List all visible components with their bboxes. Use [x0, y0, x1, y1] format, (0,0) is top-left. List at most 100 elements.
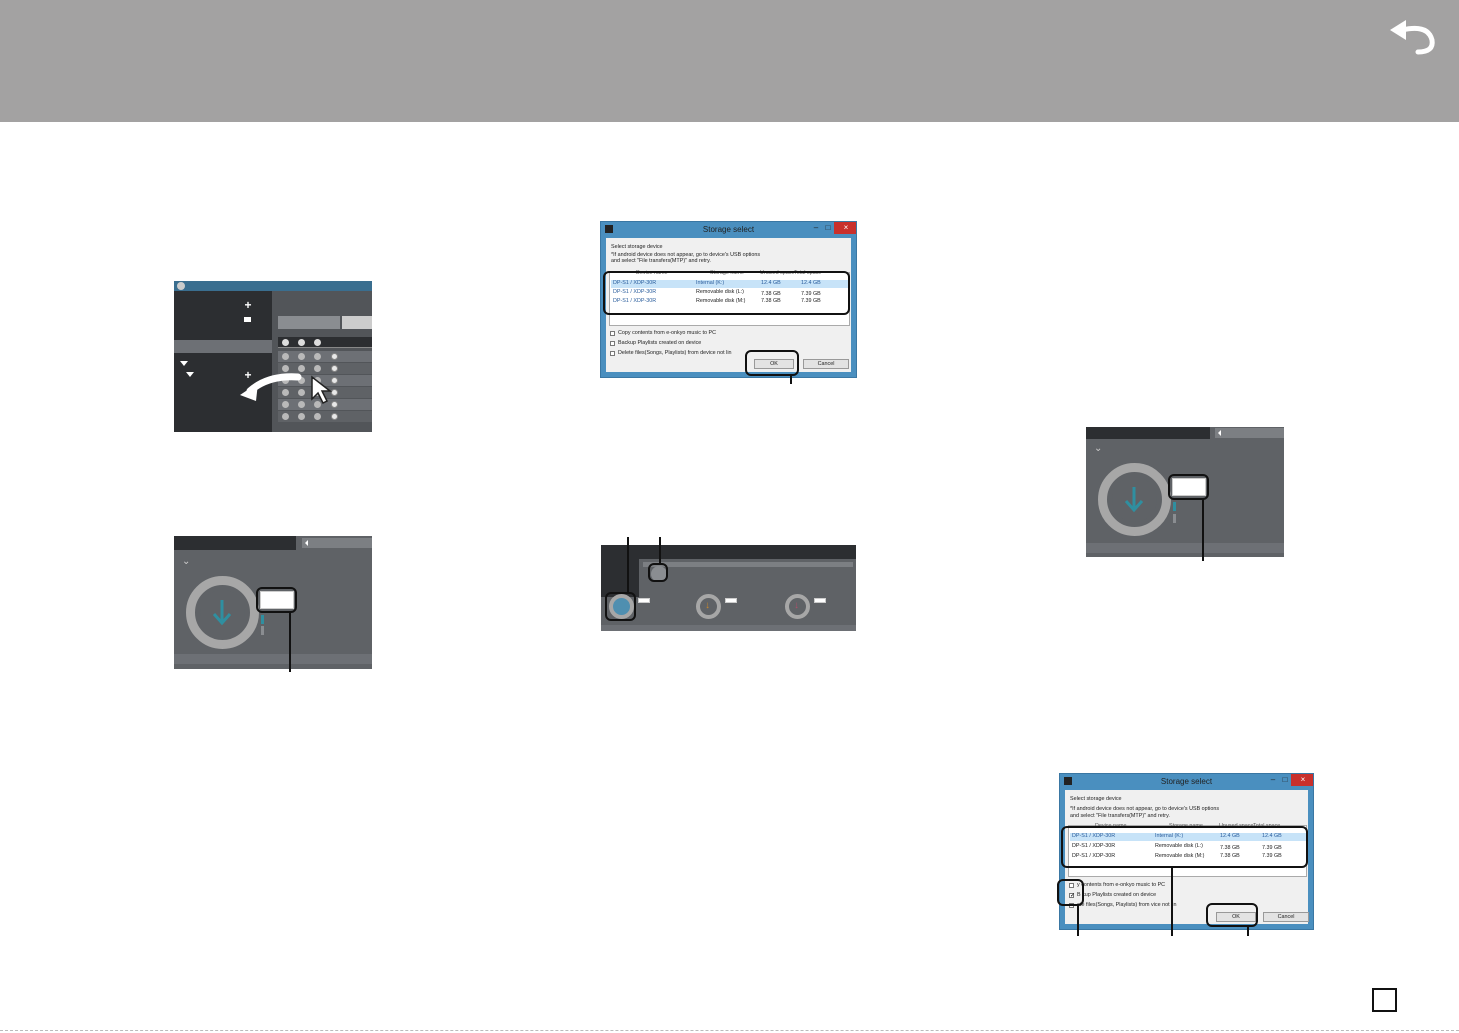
- note-line-2: and select "File transfers(MTP)" and ret…: [1070, 813, 1170, 819]
- chevron-down-icon[interactable]: ⌄: [182, 556, 190, 567]
- minimize-button[interactable]: –: [811, 222, 821, 234]
- close-button[interactable]: ×: [834, 222, 856, 234]
- scrollbar[interactable]: [1086, 543, 1284, 553]
- instruction-text: Select storage device: [1070, 796, 1122, 802]
- callout-storage-list: [1061, 826, 1308, 868]
- chevron-down-icon[interactable]: ⌄: [1094, 443, 1102, 454]
- app-screenshot-transfer-left: ⌄: [174, 536, 372, 669]
- track-dot-icon: [282, 353, 289, 360]
- transfer-label-box: [638, 598, 650, 603]
- app-icon: [1064, 777, 1072, 785]
- scroll-left-icon[interactable]: [305, 540, 308, 546]
- track-add-icon[interactable]: [331, 413, 338, 420]
- track-add-icon[interactable]: [331, 353, 338, 360]
- callout-transfer-button: [605, 592, 636, 621]
- expand-triangle-icon[interactable]: [180, 361, 188, 366]
- track-dot-icon: [314, 413, 321, 420]
- search-field[interactable]: [278, 316, 340, 329]
- drag-curve-arrow-icon: [240, 373, 302, 401]
- option-label: ete files(Songs, Playlists) from vice no…: [1077, 902, 1177, 908]
- checkbox-delete-files[interactable]: [610, 351, 615, 356]
- level-bar: [1173, 514, 1176, 523]
- option-label: y contents from e-onkyo music to PC: [1077, 882, 1166, 888]
- sidebar-selected-row[interactable]: [174, 340, 272, 353]
- scrollbar[interactable]: [174, 654, 372, 664]
- track-list-header: [278, 337, 372, 348]
- callout-toggle-button: [648, 563, 668, 582]
- callout-leader-line: [1171, 868, 1173, 936]
- callout-box: [1168, 474, 1209, 500]
- option-label: Delete files(Songs, Playlists) from devi…: [618, 350, 732, 356]
- scrollbar[interactable]: [601, 625, 856, 631]
- maximize-button[interactable]: □: [1280, 774, 1290, 786]
- download-arrow-icon: [212, 600, 232, 626]
- expand-triangle-icon[interactable]: [186, 372, 194, 377]
- track-dot-icon: [314, 353, 321, 360]
- track-dot-icon: [282, 413, 289, 420]
- mouse-cursor-icon: [311, 375, 333, 405]
- download-arrow-orange-icon: ↓: [705, 600, 710, 611]
- folder-icon: [244, 317, 251, 322]
- callout-ok-button: [745, 350, 799, 376]
- footer-dashed-rule: [0, 1030, 1459, 1031]
- download-arrow-pink-icon: ↓: [794, 600, 799, 611]
- page-square-icon[interactable]: [1372, 988, 1397, 1012]
- undo-arrow-icon[interactable]: [1388, 18, 1438, 56]
- download-arrow-icon: [1124, 487, 1144, 513]
- progress-bar: [1215, 428, 1284, 438]
- track-row[interactable]: [278, 351, 372, 362]
- callout-leader-line: [1247, 927, 1249, 936]
- cancel-button[interactable]: Cancel: [1263, 912, 1309, 922]
- maximize-button[interactable]: □: [823, 222, 833, 234]
- option-label: B kup Playlists created on device: [1077, 892, 1157, 898]
- callout-ok-button: [1206, 903, 1258, 927]
- track-dot-icon: [298, 353, 305, 360]
- app-screenshot-drag: + +: [174, 281, 372, 432]
- callout-box: [256, 587, 297, 613]
- callout-leader-line: [790, 376, 792, 384]
- add-playlist-plus-icon[interactable]: +: [242, 298, 254, 312]
- cancel-button[interactable]: Cancel: [803, 359, 849, 369]
- app-titlebar: [174, 281, 372, 291]
- transfer-label-box: [725, 598, 737, 603]
- progress-bar: [302, 538, 372, 548]
- toolbar-dark: [174, 536, 296, 550]
- instruction-text: Select storage device: [611, 244, 663, 250]
- level-bar: [1173, 502, 1176, 511]
- checkbox-copy-contents[interactable]: [610, 331, 615, 336]
- callout-leader-line: [627, 537, 629, 594]
- note-line-1: *If android device does not appear, go t…: [1070, 806, 1220, 812]
- sidebar-panel: [174, 291, 272, 432]
- transfer-label-box: [814, 598, 826, 603]
- progress-bar: [643, 562, 853, 567]
- callout-leader-line: [289, 612, 291, 672]
- checkbox-backup-playlists[interactable]: [610, 341, 615, 346]
- close-button[interactable]: ×: [1291, 774, 1313, 786]
- scroll-left-icon[interactable]: [1218, 430, 1221, 436]
- note-line-2: and select "File transfers(MTP)" and ret…: [611, 258, 711, 264]
- app-logo-icon: [177, 282, 185, 290]
- header-dot-icon: [314, 339, 321, 346]
- page-header-bar: [0, 0, 1459, 122]
- callout-leader-line: [1077, 906, 1079, 936]
- callout-leader-line: [1202, 499, 1204, 561]
- option-label: Copy contents from e-onkyo music to PC: [618, 330, 716, 336]
- search-button[interactable]: [342, 316, 372, 329]
- callout-checkbox: [1057, 879, 1084, 906]
- toolbar-dark: [601, 545, 856, 559]
- track-add-icon[interactable]: [331, 365, 338, 372]
- level-bar: [261, 615, 264, 624]
- callout-storage-list: [603, 271, 850, 315]
- app-icon: [605, 225, 613, 233]
- option-label: Backup Playlists created on device: [618, 340, 702, 346]
- level-bar: [261, 626, 264, 635]
- header-dot-icon: [298, 339, 305, 346]
- app-screenshot-transfer-right: ⌄: [1086, 427, 1284, 557]
- track-dot-icon: [314, 365, 321, 372]
- header-dot-icon: [282, 339, 289, 346]
- callout-leader-line: [659, 537, 661, 565]
- track-dot-icon: [298, 413, 305, 420]
- track-row[interactable]: [278, 411, 372, 422]
- minimize-button[interactable]: –: [1268, 774, 1278, 786]
- toolbar-dark: [1086, 427, 1210, 439]
